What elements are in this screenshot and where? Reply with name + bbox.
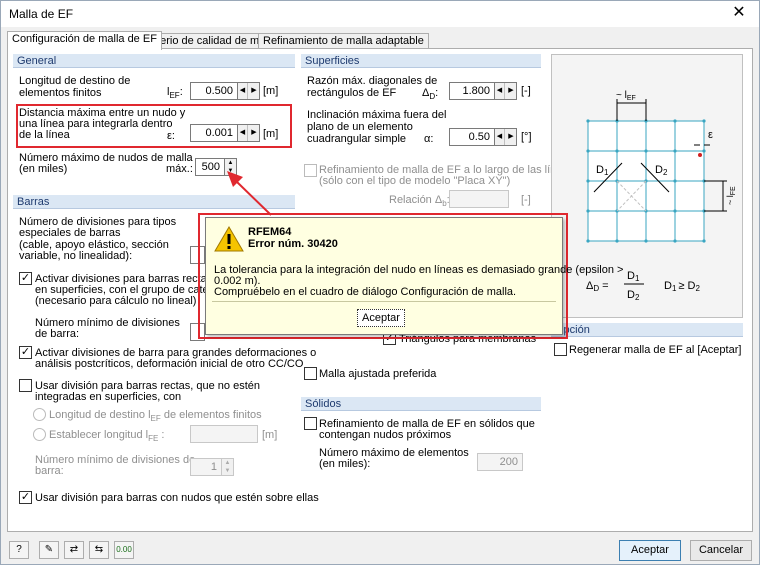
popup-ok-button[interactable]: Aceptar: [357, 309, 405, 327]
popup-app-name: RFEM64: [248, 226, 292, 238]
popup-message-1: La tolerancia para la integración del nu…: [214, 264, 624, 276]
popup-message-3: Compruébelo en el cuadro de diálogo Conf…: [214, 286, 517, 298]
error-popup: RFEM64 Error núm. 30420 La tolerancia pa…: [205, 217, 623, 335]
popup-error-number: Error núm. 30420: [248, 238, 338, 250]
popup-divider: [212, 301, 556, 302]
dialog-window: Malla de EF ✕ Configuración de malla de …: [0, 0, 760, 565]
warning-icon: [214, 226, 244, 252]
